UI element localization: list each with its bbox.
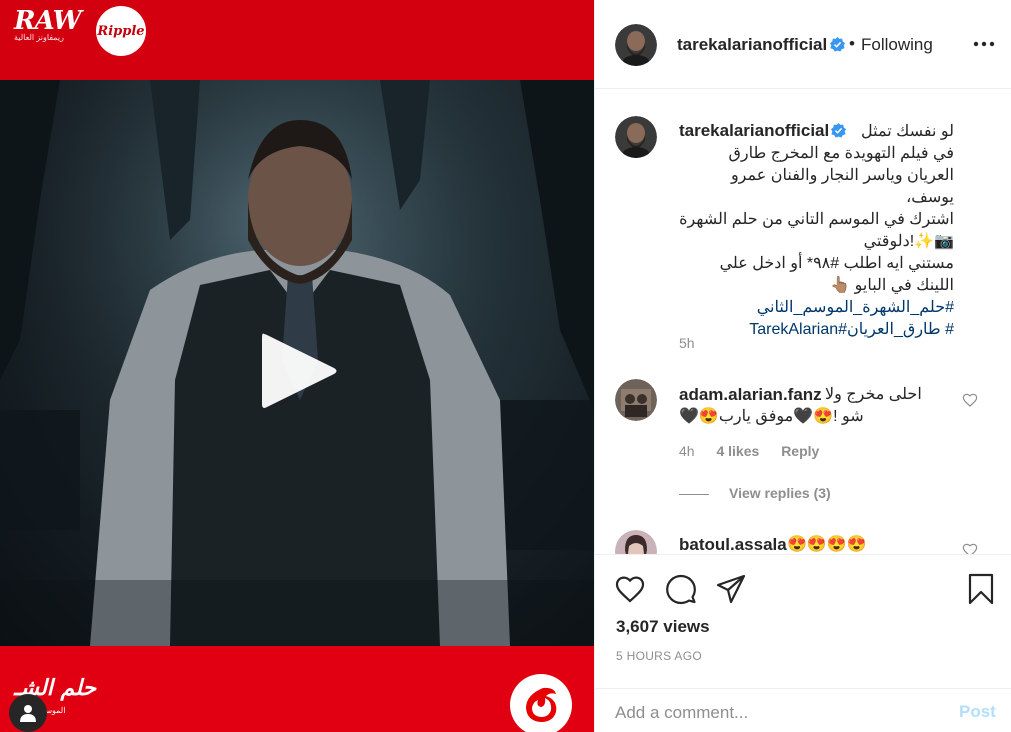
following-button[interactable]: Following [861, 35, 933, 55]
ripple-logo: Ripple [96, 6, 146, 56]
author-avatar[interactable] [615, 24, 657, 66]
caption-line: مستني ايه اطلب #٩٨* أو ادخل علي [719, 255, 954, 272]
commenter-avatar[interactable] [615, 530, 657, 554]
more-options-icon [973, 41, 995, 47]
caption-line: اشترك في الموسم التاني من حلم الشهرة [679, 211, 954, 228]
media-top-banner: RAW ريمفاونز العالية Ripple [0, 0, 594, 80]
comment-meta: 4h 4 likes Reply [679, 443, 837, 459]
like-comment-heart-icon[interactable] [962, 392, 978, 408]
vodafone-logo [510, 674, 572, 732]
vodafone-icon [512, 676, 570, 732]
share-paper-plane-icon[interactable] [715, 573, 747, 605]
comment-text: 😍😍😍😍 [787, 536, 867, 553]
post-comment-button[interactable]: Post [959, 702, 996, 722]
commenter-avatar-image [615, 530, 657, 554]
verified-badge-icon [830, 37, 845, 52]
like-comment-heart-icon[interactable] [962, 542, 978, 554]
caption-avatar[interactable] [615, 116, 657, 158]
raw-logo: RAW ريمفاونز العالية [14, 6, 82, 42]
caption-line: 📷✨!دلوقتي [863, 233, 954, 250]
comment-time[interactable]: 4h [679, 443, 695, 459]
post-media: RAW ريمفاونز العالية Ripple حلم الشـ الم… [0, 0, 594, 732]
comment-likes[interactable]: 4 likes [716, 443, 759, 459]
reply-button[interactable]: Reply [781, 443, 819, 459]
caption-username[interactable]: tarekalarianofficial [679, 121, 834, 141]
caption-timestamp[interactable]: 5h [679, 335, 695, 351]
commenter-avatar[interactable] [615, 379, 657, 421]
caption-avatar-image [615, 116, 657, 158]
caption-text: لو نفسك تمثل في فيلم التهويدة مع المخرج … [679, 121, 954, 341]
commenter-avatar-image [615, 379, 657, 421]
comment-text: 🖤😍شو !😍🖤موفق يارب [679, 408, 864, 425]
comments-list[interactable]: لو نفسك تمثل في فيلم التهويدة مع المخرج … [595, 90, 1011, 554]
user-icon [20, 705, 36, 722]
like-heart-icon[interactable] [614, 573, 646, 605]
play-icon [262, 333, 337, 408]
post-header: tarekalarianofficial • Following [595, 0, 1011, 89]
comment-input[interactable] [615, 695, 945, 731]
caption-line: في فيلم التهويدة مع المخرج طارق [728, 145, 954, 162]
post-actions: 3,607 views 5 HOURS AGO [595, 554, 1011, 664]
comment-text: احلى مخرج ولا [825, 386, 922, 403]
hashtag-link[interactable]: #حلم_الشهرة_الموسم_الثاني [679, 297, 954, 319]
verified-badge-icon [831, 123, 846, 138]
tagged-user-button[interactable] [9, 694, 47, 732]
view-replies-button[interactable]: View replies (3) [729, 485, 831, 501]
commenter-username[interactable]: adam.alarian.fanz [679, 385, 822, 405]
view-count[interactable]: 3,607 views [616, 617, 710, 637]
more-options-button[interactable] [971, 32, 997, 56]
post-sidebar: tarekalarianofficial • Following لو نفسك… [594, 0, 1011, 732]
replies-divider [679, 494, 709, 495]
add-comment-bar: Post [595, 688, 1011, 732]
hashtag-link[interactable]: # طارق_العريان#TarekAlarian [679, 319, 954, 341]
save-bookmark-icon[interactable] [965, 573, 997, 605]
caption-line: العريان وياسر النجار والفنان عمرو يوسف، [730, 167, 954, 206]
post-timestamp[interactable]: 5 HOURS AGO [616, 649, 702, 663]
comment-bubble-icon[interactable] [665, 573, 697, 605]
header-separator: • [849, 34, 855, 53]
author-username[interactable]: tarekalarianofficial [677, 35, 827, 55]
commenter-username[interactable]: batoul.assala [679, 535, 787, 554]
play-button[interactable] [258, 330, 340, 412]
author-avatar-image [615, 24, 657, 66]
caption-line: اللينك في البايو 👆🏽 [830, 277, 954, 294]
